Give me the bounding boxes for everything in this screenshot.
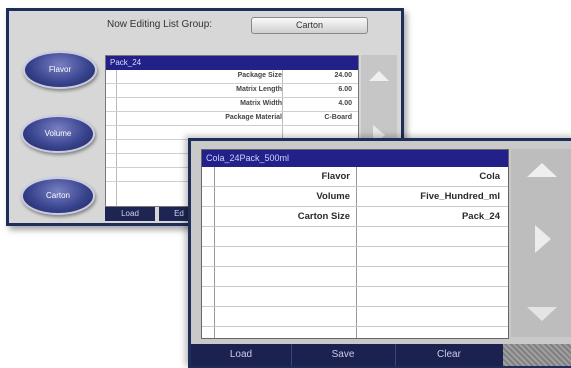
back-table-title[interactable]: Pack_24 [106,56,358,70]
table-row[interactable]: Carton Size Pack_24 [202,207,508,227]
scroll-up-icon[interactable] [369,71,389,81]
row-key: Matrix Width [240,100,282,107]
row-value: Pack_24 [461,211,500,222]
list-group-label: Now Editing List Group: [107,19,213,30]
row-key: Matrix Length [236,86,282,93]
front-table-title[interactable]: Cola_24Pack_500ml [202,150,508,167]
table-row[interactable]: Flavor Cola [202,167,508,187]
scroll-up-icon[interactable] [527,163,557,177]
table-row[interactable]: Matrix Width 4.00 [106,98,358,112]
table-row[interactable]: Volume Five_Hundred_ml [202,187,508,207]
row-value: 24.00 [334,72,352,79]
scroll-right-icon[interactable] [535,225,551,253]
table-row[interactable] [202,287,508,307]
back-load-button[interactable]: Load [105,207,155,221]
scroll-down-icon[interactable] [527,307,557,321]
table-row[interactable] [202,227,508,247]
row-value: Five_Hundred_ml [420,191,500,202]
table-row[interactable]: Matrix Length 6.00 [106,84,358,98]
table-row[interactable] [202,307,508,327]
carton-button[interactable]: Carton [21,177,95,215]
row-value: 6.00 [338,86,352,93]
row-value: Cola [479,171,500,182]
front-window: Cola_24Pack_500ml Flavor Cola Volume Five_… [188,138,571,368]
row-key: Flavor [321,171,350,182]
flavor-button[interactable]: Flavor [23,51,97,89]
front-scrollbar[interactable] [511,149,571,337]
table-row[interactable] [202,267,508,287]
table-row[interactable] [202,247,508,267]
row-key: Package Material [225,114,282,121]
front-list-table: Cola_24Pack_500ml Flavor Cola Volume Five_… [201,149,509,339]
row-key: Package Size [237,72,282,79]
row-key: Carton Size [297,211,350,222]
list-group-field[interactable]: Carton [251,17,368,34]
volume-button[interactable]: Volume [21,115,95,153]
table-row[interactable]: Package Size 24.00 [106,70,358,84]
row-value: C-Board [324,114,352,121]
row-value: 4.00 [338,100,352,107]
row-key: Volume [316,191,350,202]
table-row[interactable]: Package Material C-Board [106,112,358,126]
